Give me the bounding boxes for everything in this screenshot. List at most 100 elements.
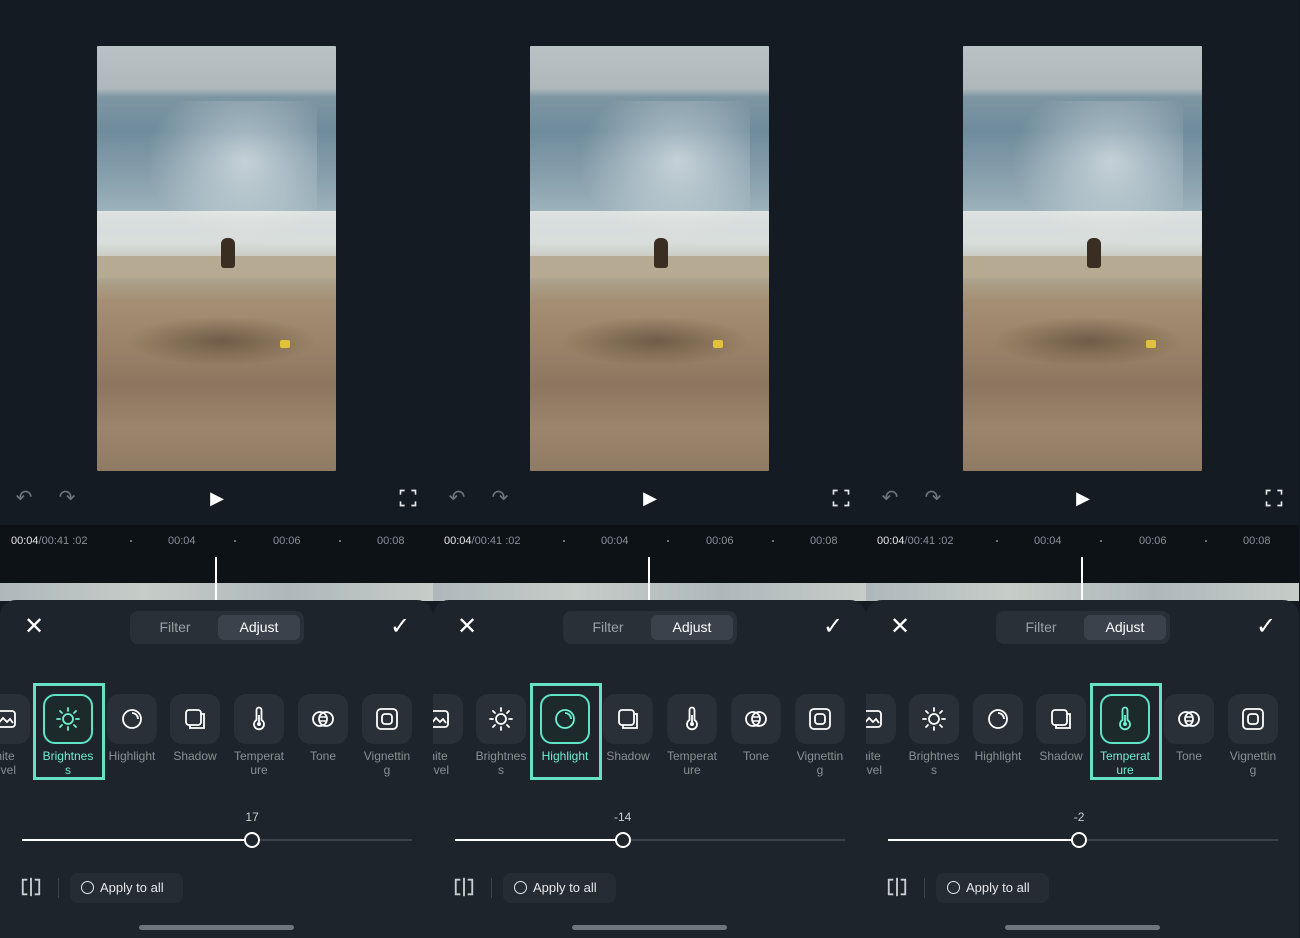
playhead[interactable] <box>215 557 217 601</box>
compare-icon[interactable] <box>884 876 910 900</box>
timeline-dot <box>339 540 341 542</box>
apply-to-all-button[interactable]: Apply to all <box>503 873 616 903</box>
tool-label: Temperat ure <box>233 749 285 777</box>
slider-knob[interactable] <box>614 832 631 848</box>
tool-label: Highlight <box>974 749 1022 763</box>
tone-icon <box>731 694 781 744</box>
tool-white-level[interactable]: hite evel <box>433 694 470 777</box>
tool-thermometer[interactable]: Temperat ure <box>227 694 291 777</box>
tool-label: Shadow <box>1039 749 1083 763</box>
tab-adjust[interactable]: Adjust <box>218 615 300 640</box>
divider <box>924 878 925 898</box>
shadow-icon <box>603 694 653 744</box>
tool-white-level[interactable]: hite evel <box>0 694 37 777</box>
tool-shadow[interactable]: Shadow <box>596 694 660 763</box>
tool-sun[interactable]: Brightnes s <box>902 694 966 777</box>
shadow-icon <box>170 694 220 744</box>
time-readout: 00:04/00:41 :02 <box>444 535 521 547</box>
apply-to-all-button[interactable]: Apply to all <box>70 873 183 903</box>
tool-shadow[interactable]: Shadow <box>163 694 227 763</box>
fullscreen-icon[interactable] <box>396 486 420 510</box>
tool-white-level[interactable]: hite evel <box>866 694 903 777</box>
playhead[interactable] <box>648 557 650 601</box>
undo-icon[interactable]: ↶ <box>12 486 36 510</box>
editor-panel-1: ↶ ↷ ▶ 00:04/00:41 :02 00:04 00:06 00:08 ✕ ✓ Filte… <box>0 0 433 938</box>
redo-icon[interactable]: ↷ <box>921 486 945 510</box>
tool-vignette[interactable]: Vignettin g <box>355 694 419 777</box>
tab-filter[interactable]: Filter <box>1000 615 1082 640</box>
close-icon[interactable]: ✕ <box>888 615 912 639</box>
editor-panel-2: ↶ ↷ ▶ 00:04/00:41 :02 00:04 00:06 00:08 ✕ ✓ Filte… <box>433 0 866 938</box>
timeline-dot <box>234 540 236 542</box>
tab-filter[interactable]: Filter <box>134 615 216 640</box>
check-icon[interactable]: ✓ <box>387 615 413 639</box>
check-icon[interactable]: ✓ <box>820 615 846 639</box>
tool-label: Brightnes s <box>908 749 960 777</box>
timeline-dot <box>1100 540 1102 542</box>
adjust-slider[interactable] <box>888 832 1278 848</box>
tool-thermometer[interactable]: Temperat ure <box>660 694 724 777</box>
tool-label: Brightnes s <box>475 749 527 777</box>
tab-filter[interactable]: Filter <box>567 615 649 640</box>
home-indicator <box>572 925 727 930</box>
compare-icon[interactable] <box>18 876 44 900</box>
tool-vignette[interactable]: Vignettin g <box>788 694 852 777</box>
time-readout: 00:04/00:41 :02 <box>877 535 954 547</box>
radio-icon[interactable] <box>514 881 527 894</box>
slider-knob[interactable] <box>1071 832 1088 848</box>
video-preview[interactable] <box>97 46 336 471</box>
sun-icon <box>909 694 959 744</box>
tool-label: Temperat ure <box>666 749 718 777</box>
tool-label: Shadow <box>606 749 650 763</box>
tab-adjust[interactable]: Adjust <box>651 615 733 640</box>
timeline-dot <box>996 540 998 542</box>
mode-tabs: Filter Adjust <box>130 611 304 644</box>
tool-label: Vignettin g <box>363 749 411 777</box>
radio-icon[interactable] <box>947 881 960 894</box>
white-level-icon <box>0 694 30 744</box>
tool-tone[interactable]: Tone <box>1157 694 1221 763</box>
play-icon[interactable]: ▶ <box>205 486 229 510</box>
redo-icon[interactable]: ↷ <box>488 486 512 510</box>
tool-shadow[interactable]: Shadow <box>1029 694 1093 763</box>
close-icon[interactable]: ✕ <box>455 615 479 639</box>
timeline-dot <box>1205 540 1207 542</box>
tool-tone[interactable]: Tone <box>724 694 788 763</box>
tool-label: Tone <box>309 749 337 763</box>
fullscreen-icon[interactable] <box>1262 486 1286 510</box>
timeline-dot <box>563 540 565 542</box>
tool-label: hite evel <box>866 749 882 777</box>
mode-tabs: Filter Adjust <box>996 611 1170 644</box>
video-preview[interactable] <box>530 46 769 471</box>
play-icon[interactable]: ▶ <box>1071 486 1095 510</box>
tool-tone[interactable]: Tone <box>291 694 355 763</box>
compare-icon[interactable] <box>451 876 477 900</box>
apply-to-all-button[interactable]: Apply to all <box>936 873 1049 903</box>
fullscreen-icon[interactable] <box>829 486 853 510</box>
adjust-slider[interactable] <box>22 832 412 848</box>
undo-icon[interactable]: ↶ <box>445 486 469 510</box>
thermometer-icon <box>234 694 284 744</box>
check-icon[interactable]: ✓ <box>1253 615 1279 639</box>
close-icon[interactable]: ✕ <box>22 615 46 639</box>
timeline-dot <box>667 540 669 542</box>
tab-adjust[interactable]: Adjust <box>1084 615 1166 640</box>
home-indicator <box>1005 925 1160 930</box>
tool-sun[interactable]: Brightnes s <box>469 694 533 777</box>
sun-icon <box>476 694 526 744</box>
timeline-tick: 00:04 <box>1034 535 1062 547</box>
tool-highlight[interactable]: Highlight <box>966 694 1030 763</box>
radio-icon[interactable] <box>81 881 94 894</box>
adjust-slider[interactable] <box>455 832 845 848</box>
tool-highlight[interactable]: Highlight <box>100 694 164 763</box>
play-icon[interactable]: ▶ <box>638 486 662 510</box>
undo-icon[interactable]: ↶ <box>878 486 902 510</box>
vignette-icon <box>1228 694 1278 744</box>
video-preview[interactable] <box>963 46 1202 471</box>
mode-tabs: Filter Adjust <box>563 611 737 644</box>
redo-icon[interactable]: ↷ <box>55 486 79 510</box>
slider-knob[interactable] <box>244 832 261 848</box>
playhead[interactable] <box>1081 557 1083 601</box>
tool-vignette[interactable]: Vignettin g <box>1221 694 1285 777</box>
timeline-tick: 00:08 <box>810 535 838 547</box>
